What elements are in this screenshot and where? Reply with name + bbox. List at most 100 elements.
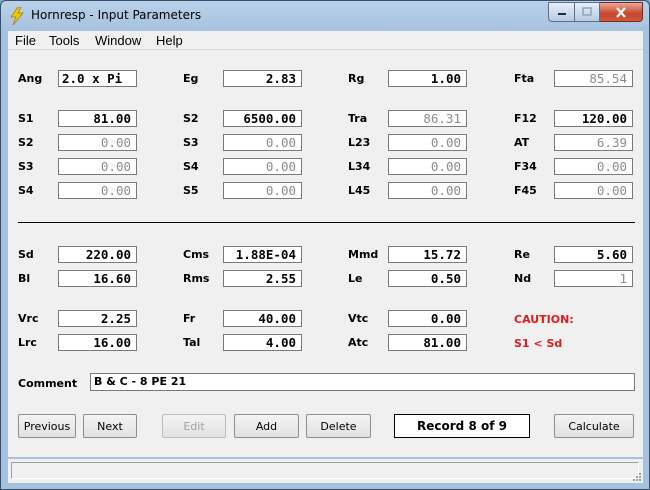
next-button-label: Next — [97, 419, 123, 433]
delete-button[interactable]: Delete — [306, 414, 371, 438]
param-label-tra: Tra — [348, 112, 368, 125]
param-label-l34: L34 — [348, 160, 371, 173]
add-button[interactable]: Add — [234, 414, 299, 438]
comment-field[interactable]: B & C - 8 PE 21 — [90, 373, 635, 391]
maximize-button[interactable] — [575, 2, 600, 22]
param-field-rms[interactable]: 2.55 — [223, 270, 302, 287]
param-field-bl[interactable]: 16.60 — [58, 270, 137, 287]
param-label-re: Re — [514, 248, 530, 261]
param-field-s4[interactable]: 0.00 — [58, 182, 137, 199]
param-field-cms[interactable]: 1.88E-04 — [223, 246, 302, 263]
menu-help[interactable]: Help — [156, 33, 183, 48]
param-field-f45[interactable]: 0.00 — [554, 182, 633, 199]
param-field-s2[interactable]: 0.00 — [58, 134, 137, 151]
param-label-l23: L23 — [348, 136, 371, 149]
add-button-label: Add — [255, 419, 278, 433]
menu-file[interactable]: File — [15, 33, 36, 48]
param-field-fr[interactable]: 40.00 — [223, 310, 302, 327]
window-title: Hornresp - Input Parameters — [31, 8, 202, 22]
param-field-tal[interactable]: 4.00 — [223, 334, 302, 351]
param-label-nd: Nd — [514, 272, 532, 285]
param-label-at: AT — [514, 136, 530, 149]
previous-button-label: Previous — [23, 419, 71, 433]
param-label-ang: Ang — [18, 72, 43, 85]
lightning-bolt-icon — [10, 7, 24, 25]
param-label-mmd: Mmd — [348, 248, 379, 261]
param-label-s3: S3 — [183, 136, 199, 149]
menu-tools[interactable]: Tools — [49, 33, 79, 48]
edit-button[interactable]: Edit — [162, 414, 226, 438]
param-label-lrc: Lrc — [18, 336, 37, 349]
minimize-button[interactable] — [548, 2, 575, 22]
param-field-vtc[interactable]: 0.00 — [388, 310, 467, 327]
param-label-s1: S1 — [18, 112, 34, 125]
maximize-icon — [582, 7, 592, 16]
param-field-s5[interactable]: 0.00 — [223, 182, 302, 199]
param-field-s1[interactable]: 81.00 — [58, 110, 137, 127]
status-panel — [11, 462, 639, 479]
param-field-s3[interactable]: 0.00 — [58, 158, 137, 175]
param-field-s2[interactable]: 6500.00 — [223, 110, 302, 127]
param-label-eg: Eg — [183, 72, 199, 85]
status-bar — [8, 459, 643, 483]
param-label-sd: Sd — [18, 248, 34, 261]
param-label-vtc: Vtc — [348, 312, 369, 325]
param-field-l45[interactable]: 0.00 — [388, 182, 467, 199]
comment-label: Comment — [18, 377, 78, 390]
param-field-f34[interactable]: 0.00 — [554, 158, 633, 175]
calculate-button[interactable]: Calculate — [554, 414, 634, 438]
param-label-fta: Fta — [514, 72, 535, 85]
next-button[interactable]: Next — [83, 414, 137, 438]
param-field-fta[interactable]: 85.54 — [554, 70, 633, 87]
param-label-f12: F12 — [514, 112, 537, 125]
param-label-s5: S5 — [183, 184, 199, 197]
param-field-eg[interactable]: 2.83 — [223, 70, 302, 87]
param-label-vrc: Vrc — [18, 312, 39, 325]
previous-button[interactable]: Previous — [18, 414, 76, 438]
param-field-s4[interactable]: 0.00 — [223, 158, 302, 175]
param-field-vrc[interactable]: 2.25 — [58, 310, 137, 327]
param-field-sd[interactable]: 220.00 — [58, 246, 137, 263]
param-label-s3: S3 — [18, 160, 34, 173]
param-label-fr: Fr — [183, 312, 196, 325]
param-label-cms: Cms — [183, 248, 210, 261]
param-field-l23[interactable]: 0.00 — [388, 134, 467, 151]
input-parameters-panel: Ang 2.0 x Pi Eg 2.83 Rg 1.00 Fta 85.54 S1 81.00 S2… — [8, 50, 643, 457]
param-label-rms: Rms — [183, 272, 210, 285]
param-field-atc[interactable]: 81.00 — [388, 334, 467, 351]
param-field-re[interactable]: 5.60 — [554, 246, 633, 263]
app-window: Hornresp - Input Parameters File Tools W… — [0, 0, 650, 490]
resize-grip-icon[interactable] — [631, 471, 641, 481]
param-field-s3[interactable]: 0.00 — [223, 134, 302, 151]
param-label-l45: L45 — [348, 184, 371, 197]
record-indicator: Record 8 of 9 — [394, 414, 530, 438]
delete-button-label: Delete — [320, 419, 357, 433]
title-bar[interactable]: Hornresp - Input Parameters — [1, 1, 649, 31]
param-label-bl: Bl — [18, 272, 31, 285]
param-label-s2: S2 — [183, 112, 199, 125]
param-field-lrc[interactable]: 16.00 — [58, 334, 137, 351]
param-label-le: Le — [348, 272, 363, 285]
param-label-rg: Rg — [348, 72, 365, 85]
param-field-le[interactable]: 0.50 — [388, 270, 467, 287]
param-field-ang[interactable]: 2.0 x Pi — [58, 70, 137, 87]
caution-title: CAUTION: — [514, 313, 574, 326]
section-divider — [18, 222, 635, 223]
param-field-tra[interactable]: 86.31 — [388, 110, 467, 127]
param-field-nd[interactable]: 1 — [554, 270, 633, 287]
param-field-mmd[interactable]: 15.72 — [388, 246, 467, 263]
menu-window[interactable]: Window — [95, 33, 141, 48]
param-label-tal: Tal — [183, 336, 201, 349]
close-icon — [616, 6, 626, 18]
param-field-rg[interactable]: 1.00 — [388, 70, 467, 87]
param-field-at[interactable]: 6.39 — [554, 134, 633, 151]
param-label-f45: F45 — [514, 184, 537, 197]
calculate-button-label: Calculate — [568, 419, 620, 433]
param-label-s4: S4 — [183, 160, 199, 173]
close-button[interactable] — [600, 2, 643, 22]
param-field-f12[interactable]: 120.00 — [554, 110, 633, 127]
param-label-f34: F34 — [514, 160, 537, 173]
param-label-atc: Atc — [348, 336, 369, 349]
param-label-s2: S2 — [18, 136, 34, 149]
param-field-l34[interactable]: 0.00 — [388, 158, 467, 175]
